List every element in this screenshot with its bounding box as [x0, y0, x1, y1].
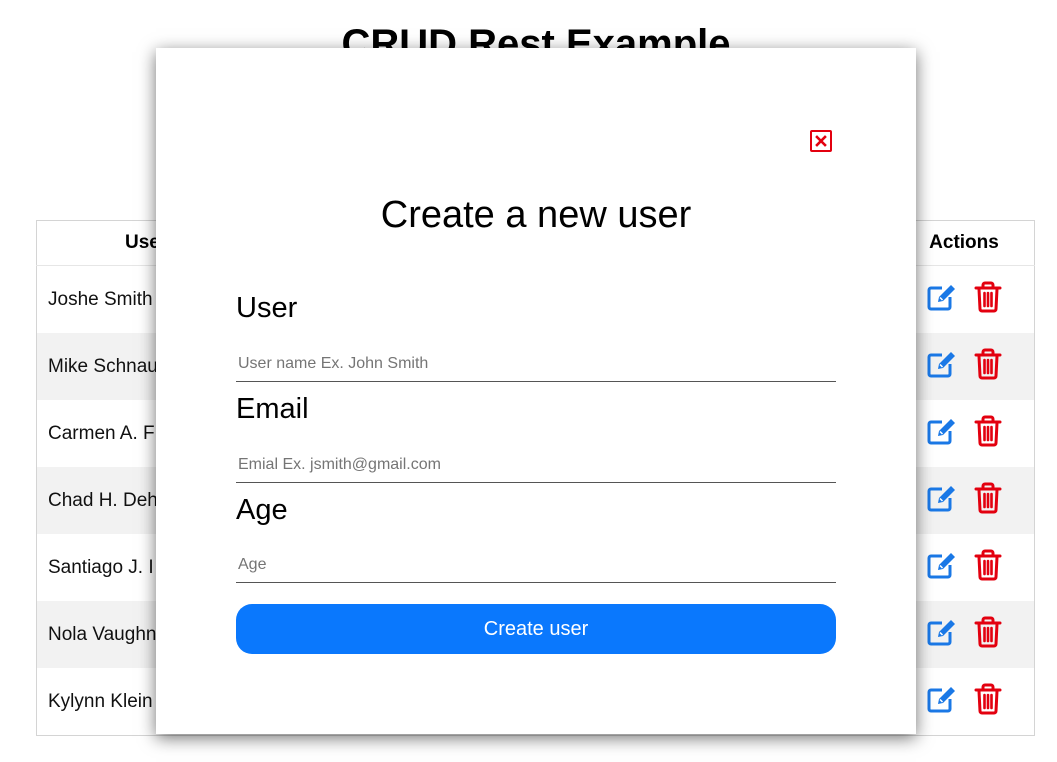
delete-button[interactable] [974, 415, 1002, 447]
trash-icon [974, 348, 1002, 380]
page: CRUD Rest Example User Actions Joshe Smi… [0, 0, 1057, 762]
close-icon [815, 135, 827, 147]
delete-button[interactable] [974, 616, 1002, 648]
edit-button[interactable] [926, 416, 958, 446]
delete-button[interactable] [974, 683, 1002, 715]
delete-button[interactable] [974, 281, 1002, 313]
trash-icon [974, 616, 1002, 648]
delete-button[interactable] [974, 549, 1002, 581]
email-input[interactable] [236, 447, 836, 483]
user-name-input[interactable] [236, 346, 836, 382]
edit-button[interactable] [926, 684, 958, 714]
close-modal-button[interactable] [810, 130, 832, 152]
edit-icon [927, 620, 955, 646]
user-field-label: User [236, 292, 298, 324]
edit-icon [927, 486, 955, 512]
edit-icon [927, 352, 955, 378]
edit-button[interactable] [926, 550, 958, 580]
trash-icon [974, 281, 1002, 313]
trash-icon [974, 415, 1002, 447]
edit-icon [927, 419, 955, 445]
modal-title: Create a new user [380, 194, 692, 236]
delete-button[interactable] [974, 482, 1002, 514]
trash-icon [974, 683, 1002, 715]
edit-button[interactable] [926, 349, 958, 379]
email-field-label: Email [236, 393, 309, 425]
edit-icon [927, 687, 955, 713]
age-input[interactable] [236, 547, 836, 583]
trash-icon [974, 482, 1002, 514]
edit-button[interactable] [926, 483, 958, 513]
create-user-modal: Create a new user User Email Age Create … [156, 48, 916, 734]
edit-button[interactable] [926, 282, 958, 312]
age-field-label: Age [236, 494, 288, 526]
create-user-button[interactable]: Create user [236, 604, 836, 654]
edit-icon [927, 553, 955, 579]
edit-icon [927, 285, 955, 311]
edit-button[interactable] [926, 617, 958, 647]
trash-icon [974, 549, 1002, 581]
delete-button[interactable] [974, 348, 1002, 380]
